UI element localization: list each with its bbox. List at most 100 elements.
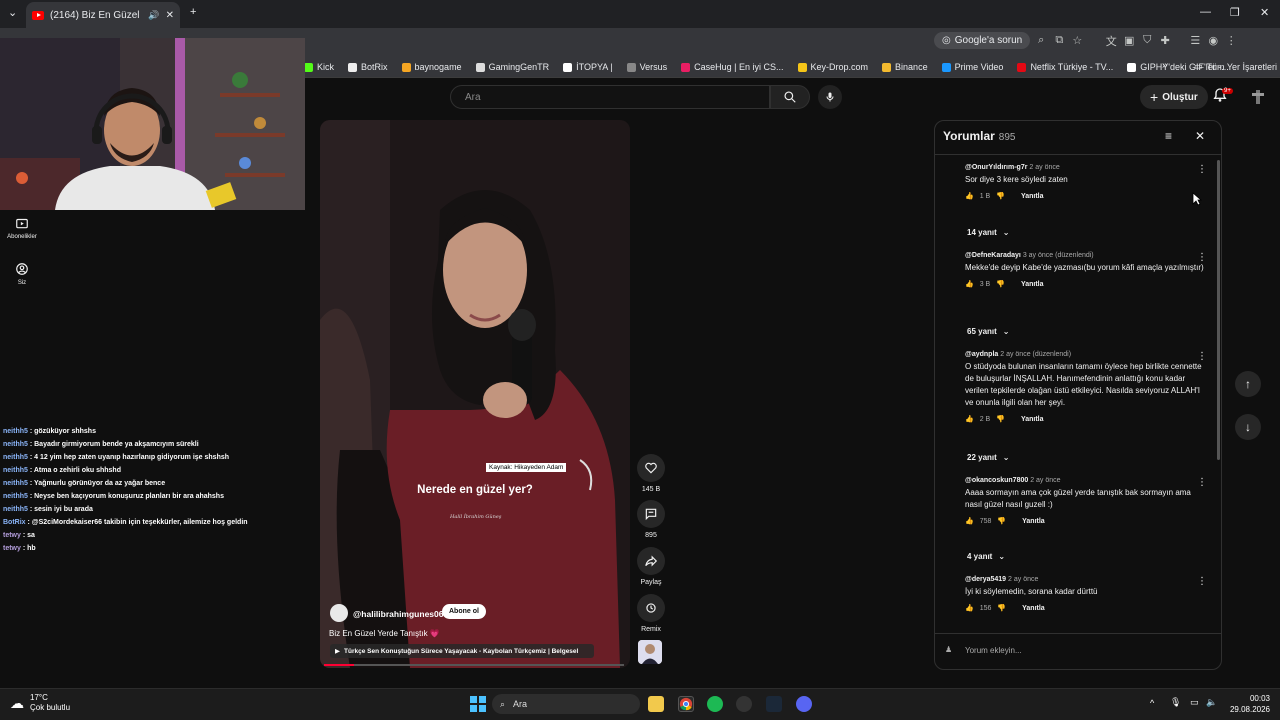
extension-icon[interactable]: ▣ (1122, 34, 1136, 48)
discord-icon[interactable] (796, 696, 812, 712)
profile-icon[interactable]: ◉ (1206, 34, 1220, 48)
file-explorer-icon[interactable] (648, 696, 664, 712)
chrome-icon[interactable] (678, 696, 694, 712)
comment-menu-icon[interactable]: ⋮ (1197, 252, 1207, 263)
share-button[interactable]: Paylaş (636, 547, 666, 586)
close-tab-icon[interactable]: ✕ (166, 10, 174, 21)
search-button[interactable] (770, 85, 810, 109)
system-clock[interactable]: 00:03 29.08.2026 (1222, 693, 1270, 715)
comment-menu-icon[interactable]: ⋮ (1197, 477, 1207, 488)
sound-thumbnail[interactable] (638, 640, 662, 664)
show-replies-button[interactable]: 22 yanıt ⌄ (967, 453, 1010, 462)
spotify-icon[interactable] (707, 696, 723, 712)
channel-handle[interactable]: @halilibrahimgunes06 (353, 609, 443, 619)
close-comments-icon[interactable]: ✕ (1195, 129, 1205, 143)
new-tab-icon[interactable]: + (190, 6, 196, 18)
comment-author[interactable]: @aydnpla (965, 351, 998, 358)
audio-icon[interactable]: 🔊 (148, 10, 159, 21)
bookmark-star-icon[interactable]: ☆ (1070, 34, 1084, 48)
bookmark-item[interactable]: Key-Drop.com (797, 62, 868, 72)
subscribe-button[interactable]: Abone ol (442, 604, 486, 619)
network-icon[interactable]: ▭ (1190, 697, 1199, 708)
comment-author[interactable]: @derya5419 (965, 576, 1006, 583)
weather-widget[interactable]: ☁ 17°C Çok bulutlu (10, 693, 70, 713)
reply-button[interactable]: Yanıtla (1021, 193, 1044, 200)
extensions-puzzle-icon[interactable]: ✚ (1158, 34, 1172, 48)
like-button[interactable]: 145 B (636, 454, 666, 493)
zoom-icon[interactable]: ⌕ (1034, 34, 1048, 48)
comment-menu-icon[interactable]: ⋮ (1197, 164, 1207, 175)
comment-input[interactable]: ♟ Yorum ekleyin... (935, 633, 1221, 669)
reply-button[interactable]: Yanıtla (1021, 416, 1044, 423)
bookmark-item[interactable]: BotRix (348, 62, 388, 72)
bookmark-item[interactable]: baynogame (401, 62, 462, 72)
reply-button[interactable]: Yanıtla (1021, 281, 1044, 288)
chat-username[interactable]: neithh5 (3, 467, 28, 474)
chat-username[interactable]: BotRix (3, 519, 26, 526)
thumb-down-icon[interactable]: 👎 (997, 604, 1006, 612)
show-replies-button[interactable]: 14 yanıt ⌄ (967, 228, 1010, 237)
cast-icon[interactable]: ⧉ (1052, 34, 1066, 48)
maximize-icon[interactable]: ❐ (1230, 6, 1240, 19)
taskbar-search[interactable]: ⌕ Ara (492, 694, 640, 714)
bookmark-item[interactable]: Kick (304, 62, 334, 72)
microphone-tray-icon[interactable]: 🎙 (1170, 697, 1181, 708)
chat-username[interactable]: neithh5 (3, 506, 28, 513)
reply-button[interactable]: Yanıtla (1022, 518, 1045, 525)
comments-scrollbar[interactable] (1217, 160, 1220, 460)
chat-username[interactable]: neithh5 (3, 428, 28, 435)
chat-username[interactable]: neithh5 (3, 454, 28, 461)
media-control-icon[interactable]: ☰ (1188, 34, 1202, 48)
thumb-down-icon[interactable]: 👎 (996, 192, 1005, 200)
chat-username[interactable]: neithh5 (3, 441, 28, 448)
chat-username[interactable]: neithh5 (3, 493, 28, 500)
browser-tab[interactable]: (2164) Biz En Güzel Yerde Ta 🔊 ✕ (26, 2, 180, 28)
tab-list-icon[interactable]: ⌄ (8, 6, 17, 19)
comment-author[interactable]: @DefneKaradayı (965, 252, 1021, 259)
bookmark-item[interactable]: CaseHug | En iyi CS... (681, 62, 784, 72)
remix-button[interactable]: Remix (636, 594, 666, 633)
create-button[interactable]: + Oluştur (1140, 85, 1208, 109)
thumb-up-icon[interactable]: 👍 (965, 517, 974, 525)
sidebar-item-subscriptions[interactable]: Abonelikler (0, 216, 44, 240)
account-avatar[interactable] (1250, 88, 1266, 106)
thumb-down-icon[interactable]: 👎 (996, 415, 1005, 423)
bookmark-item[interactable]: Binance (882, 62, 928, 72)
chat-username[interactable]: tetwy (3, 545, 21, 552)
search-input[interactable]: Ara (450, 85, 770, 109)
comment-menu-icon[interactable]: ⋮ (1197, 576, 1207, 587)
tray-chevron-icon[interactable]: ^ (1150, 698, 1154, 708)
short-video-player[interactable]: Kaynak: Hikayeden Adam Nerede en güzel y… (320, 120, 630, 668)
comment-author[interactable]: @OnurYıldırım-g7r (965, 164, 1027, 171)
minimize-icon[interactable]: — (1200, 6, 1211, 18)
bookmarks-overflow-button[interactable]: » (1162, 60, 1168, 71)
thumb-down-icon[interactable]: 👎 (996, 280, 1005, 288)
chat-username[interactable]: neithh5 (3, 480, 28, 487)
comment-author[interactable]: @okancoskun7800 (965, 477, 1028, 484)
previous-short-button[interactable]: ↑ (1235, 371, 1261, 397)
steam-icon[interactable] (766, 696, 782, 712)
reply-button[interactable]: Yanıtla (1022, 605, 1045, 612)
translate-icon[interactable]: 文 (1104, 34, 1118, 48)
thumb-up-icon[interactable]: 👍 (965, 280, 974, 288)
app-icon[interactable] (736, 696, 752, 712)
sidebar-item-you[interactable]: Siz (0, 262, 44, 286)
bookmark-item[interactable]: GamingGenTR (475, 62, 549, 72)
thumb-up-icon[interactable]: 👍 (965, 604, 974, 612)
shield-icon[interactable]: ⛉ (1140, 34, 1154, 48)
next-short-button[interactable]: ↓ (1235, 414, 1261, 440)
thumb-up-icon[interactable]: 👍 (965, 415, 974, 423)
comment-menu-icon[interactable]: ⋮ (1197, 351, 1207, 362)
menu-kebab-icon[interactable]: ⋮ (1224, 34, 1238, 48)
thumb-up-icon[interactable]: 👍 (965, 192, 974, 200)
bookmark-item[interactable]: Versus (626, 62, 667, 72)
volume-icon[interactable]: 🔈 (1206, 697, 1217, 708)
bookmark-item[interactable]: Prime Video (941, 62, 1003, 72)
show-replies-button[interactable]: 65 yanıt ⌄ (967, 327, 1010, 336)
show-replies-button[interactable]: 4 yanıt ⌄ (967, 552, 1005, 561)
channel-avatar[interactable] (330, 604, 348, 622)
start-button[interactable] (470, 696, 486, 712)
google-ask-button[interactable]: ◎ Google'a sorun (934, 32, 1031, 49)
bookmark-item[interactable]: İTOPYA | (563, 62, 613, 72)
chat-username[interactable]: tetwy (3, 532, 21, 539)
